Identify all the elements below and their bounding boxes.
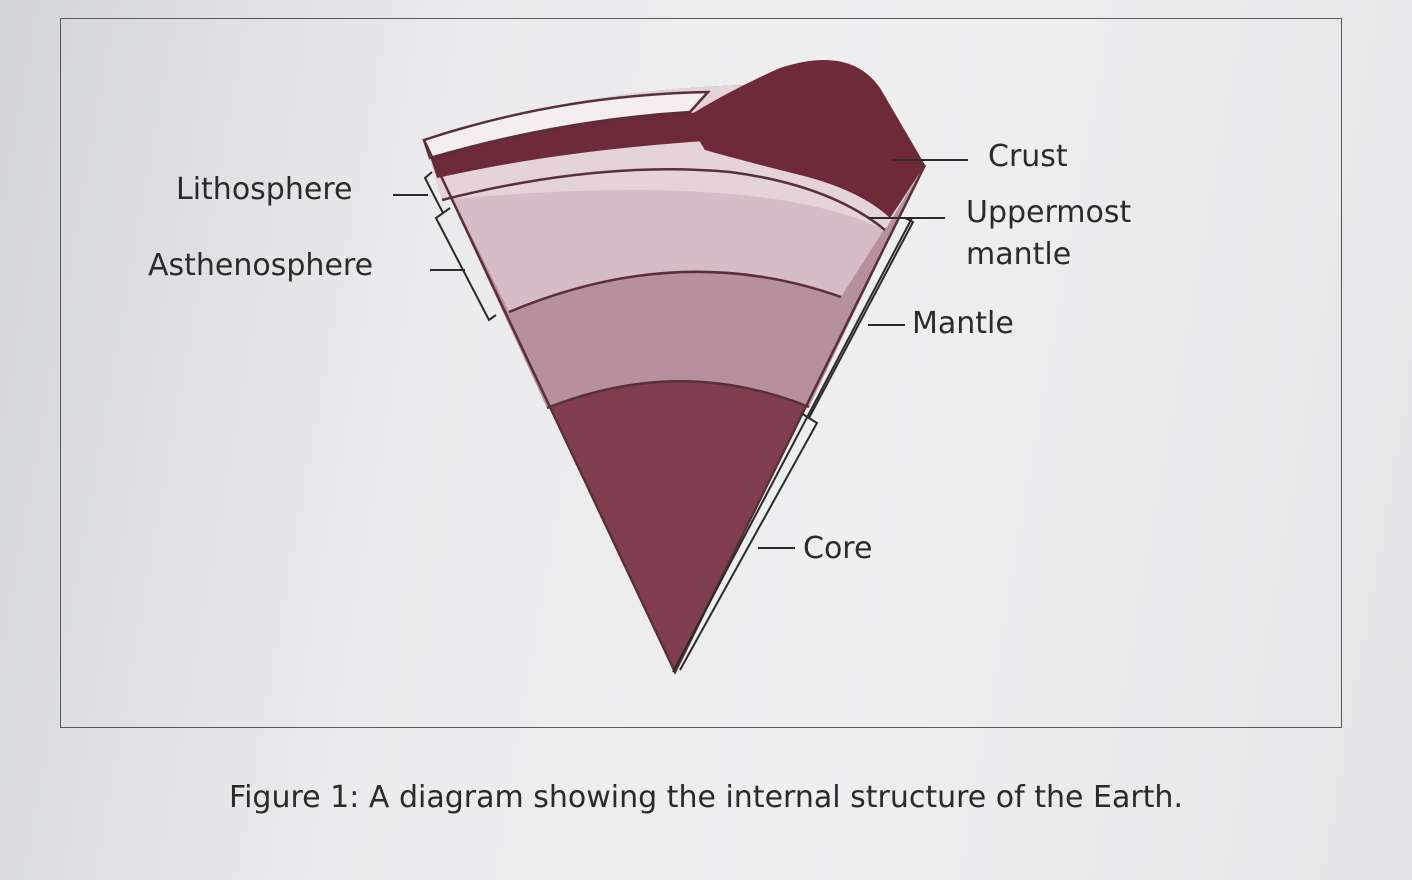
- crust-label: Crust: [988, 139, 1068, 174]
- lithosphere-label: Lithosphere: [176, 172, 352, 207]
- earth-structure-diagram: Crust Uppermost mantle Mantle Core Litho…: [148, 59, 1132, 675]
- asthenosphere-label: Asthenosphere: [148, 248, 373, 283]
- figure-caption: Figure 1: A diagram showing the internal…: [229, 780, 1183, 815]
- uppermost-mantle-label-line2: mantle: [966, 237, 1071, 272]
- uppermost-mantle-label-line1: Uppermost: [966, 195, 1132, 230]
- mantle-label: Mantle: [912, 306, 1014, 341]
- core-label: Core: [803, 531, 872, 566]
